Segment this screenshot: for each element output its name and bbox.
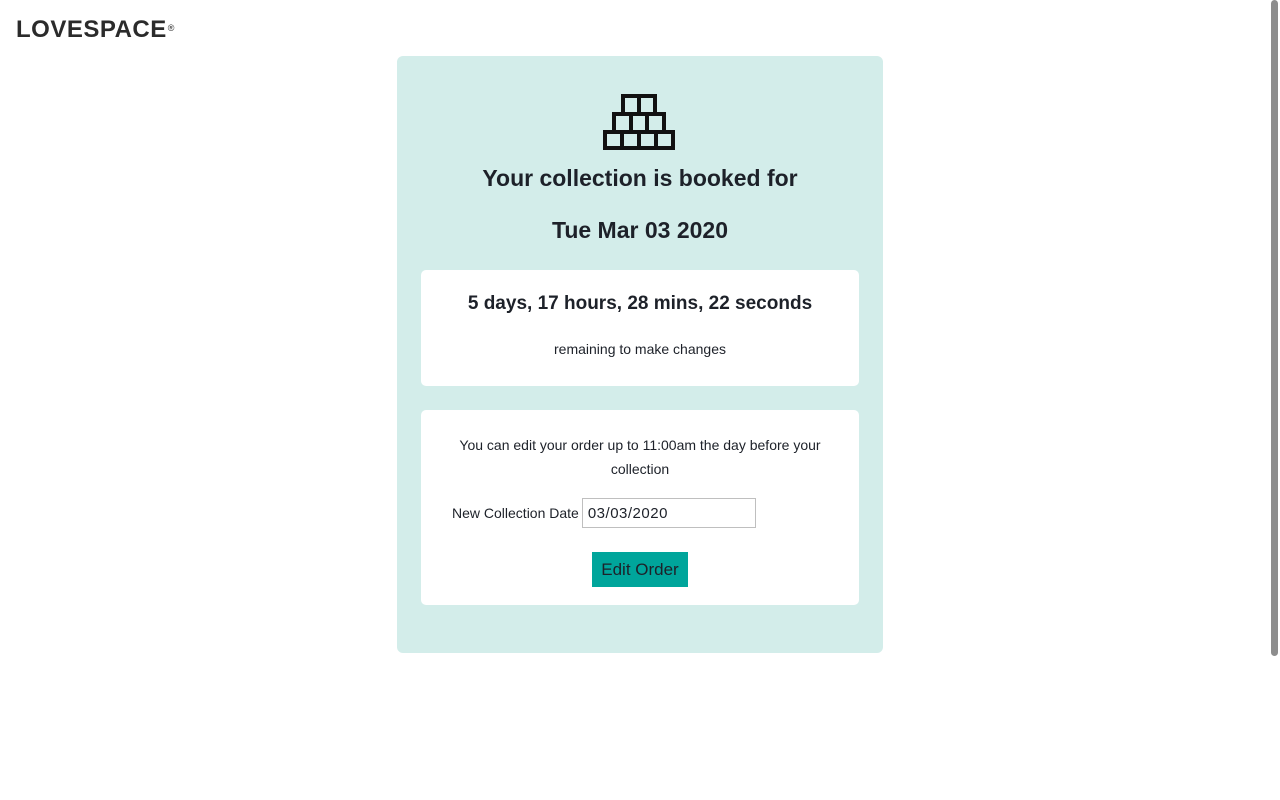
new-collection-date-row: New Collection Date — [452, 498, 756, 528]
collection-heading: Your collection is booked for — [482, 165, 798, 191]
countdown-timer: 5 days, 17 hours, 28 mins, 22 seconds — [467, 293, 813, 314]
lovespace-logo[interactable]: LOVESPACE® — [16, 16, 175, 44]
countdown-note: remaining to make changes — [554, 341, 726, 357]
collection-panel: Your collection is booked for Tue Mar 03… — [397, 56, 883, 653]
collection-date: Tue Mar 03 2020 — [551, 217, 728, 243]
stacked-boxes-icon — [603, 94, 675, 150]
registered-mark: ® — [167, 23, 175, 33]
logo-text: LOVESPACE — [16, 16, 167, 43]
edit-deadline-info: You can edit your order up to 11:00am th… — [459, 437, 821, 477]
edit-order-card: You can edit your order up to 11:00am th… — [421, 410, 859, 605]
page-scrollbar[interactable] — [1271, 0, 1278, 656]
new-collection-date-label: New Collection Date — [452, 505, 579, 521]
new-collection-date-input[interactable] — [581, 498, 756, 528]
edit-order-button[interactable]: Edit Order — [592, 552, 688, 587]
countdown-card: 5 days, 17 hours, 28 mins, 22 seconds re… — [421, 270, 859, 386]
